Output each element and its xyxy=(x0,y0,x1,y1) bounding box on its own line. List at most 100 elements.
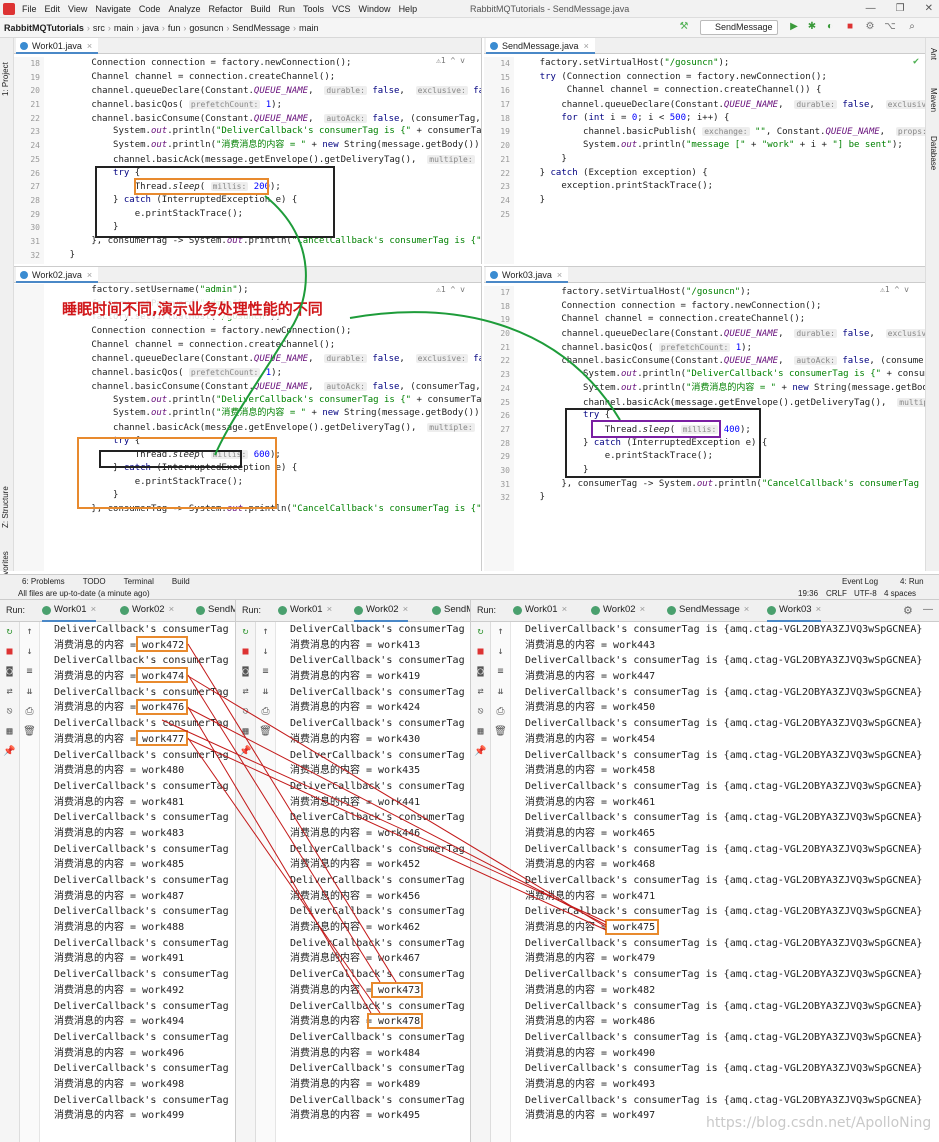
console-output[interactable]: DeliverCallback's consumerTag 消费消息的内容 = w… xyxy=(290,622,465,1142)
camera-icon[interactable]: ◙ xyxy=(0,662,19,682)
breadcrumb-item[interactable]: fun xyxy=(168,23,181,33)
code-line[interactable]: factory.setVirtualHost("/gosuncn"); xyxy=(518,57,925,71)
up-arrow-icon[interactable]: ↑ xyxy=(491,622,510,642)
rerun-icon[interactable]: ↻ xyxy=(471,622,490,642)
code-line[interactable]: System.out.println("DeliverCallback's co… xyxy=(48,125,481,139)
tab-work02[interactable]: Work02.java × xyxy=(16,267,99,283)
run-tab-work02[interactable]: Work02 × xyxy=(120,604,174,615)
exit-icon[interactable]: ⎋ xyxy=(0,702,19,722)
code-area[interactable]: factory.setUsername("admin"); factory.se… xyxy=(48,284,481,571)
run-tab-work01[interactable]: Work01 × xyxy=(42,604,97,622)
trash-icon[interactable]: 🗑 xyxy=(256,722,275,742)
database-tool-label[interactable]: Database xyxy=(929,136,938,170)
code-line[interactable]: for (int i = 0; i < 500; i++) { xyxy=(518,112,925,126)
breadcrumb-item[interactable]: src xyxy=(93,23,105,33)
camera-icon[interactable]: ◙ xyxy=(471,662,490,682)
editor-sendmessage[interactable]: SendMessage.java × ✔ 14 15 16 17 18 19 20 21 22 23… xyxy=(484,38,925,264)
todo-tool-button[interactable]: TODO xyxy=(83,577,106,586)
scroll-end-icon[interactable]: ⇊ xyxy=(491,682,510,702)
breadcrumb-item[interactable]: SendMessage xyxy=(232,23,290,33)
maximize-icon[interactable]: ❐ xyxy=(896,3,905,14)
breadcrumb-item[interactable]: RabbitMQTutorials xyxy=(4,23,84,33)
soft-wrap-icon[interactable]: ≡ xyxy=(20,662,39,682)
exit-icon[interactable]: ⎋ xyxy=(471,702,490,722)
search-icon[interactable]: ⌕ xyxy=(906,21,918,33)
settings-icon[interactable]: ⚙ xyxy=(903,604,913,617)
layout-icon[interactable]: ▦ xyxy=(471,722,490,742)
run-tool-button[interactable]: 4: Run xyxy=(900,577,924,586)
coverage-icon[interactable]: ◐ xyxy=(824,21,836,33)
run-panel-work02[interactable]: Run: Work01× Work02× SendM ↻ ■ ◙ ⇄ ⎋ ▦ 📌… xyxy=(236,600,471,1142)
code-area[interactable]: factory.setVirtualHost("/gosuncn"); try … xyxy=(518,57,925,264)
restore-layout-icon[interactable]: ⇄ xyxy=(236,682,255,702)
close-tab-icon[interactable]: × xyxy=(584,41,589,51)
code-line[interactable]: Connection connection = factory.newConne… xyxy=(48,57,481,71)
run-panel-work01[interactable]: Run: Work01 × Work02 × SendM ↻ ■ ◙ ⇄ ⎋ ▦ 📌… xyxy=(0,600,236,1142)
close-tab-icon[interactable]: × xyxy=(557,270,562,280)
menu-view[interactable]: View xyxy=(64,0,91,18)
down-arrow-icon[interactable]: ↓ xyxy=(491,642,510,662)
trash-icon[interactable]: 🗑 xyxy=(491,722,510,742)
down-arrow-icon[interactable]: ↓ xyxy=(256,642,275,662)
code-line[interactable]: channel.basicQos( prefetchCount: 1); xyxy=(48,98,481,112)
stop-icon[interactable]: ■ xyxy=(471,642,490,662)
run-tab-sendmessage[interactable]: SendM xyxy=(196,604,235,615)
run-tab-work02[interactable]: Work02 × xyxy=(354,604,409,622)
tab-sendmessage[interactable]: SendMessage.java × xyxy=(486,38,595,54)
code-line[interactable]: Channel channel = connection.createChann… xyxy=(518,313,925,327)
cursor-position[interactable]: 19:36 xyxy=(798,588,818,600)
structure-tool-label[interactable]: Z: Structure xyxy=(1,486,10,528)
menu-vcs[interactable]: VCS xyxy=(328,0,355,18)
minimize-icon[interactable]: — xyxy=(866,3,876,14)
problems-tool-button[interactable]: 6: Problems xyxy=(22,577,65,586)
code-line[interactable]: factory.setUsername("admin"); xyxy=(48,284,481,298)
exit-icon[interactable]: ⎋ xyxy=(236,702,255,722)
code-line[interactable]: } xyxy=(518,491,925,505)
run-config-select[interactable]: SendMessage xyxy=(700,20,778,35)
code-line[interactable]: channel.basicConsume(Constant.QUEUE_NAME… xyxy=(518,354,925,368)
code-line[interactable] xyxy=(518,208,925,222)
minimize-panel-icon[interactable]: — xyxy=(923,604,933,615)
print-icon[interactable]: ⎙ xyxy=(256,702,275,722)
breadcrumb-item[interactable]: gosuncn xyxy=(189,23,223,33)
trash-icon[interactable]: 🗑 xyxy=(20,722,39,742)
menu-analyze[interactable]: Analyze xyxy=(164,0,204,18)
close-tab-icon[interactable]: × xyxy=(87,41,92,51)
code-line[interactable]: channel.queueDeclare(Constant.QUEUE_NAME… xyxy=(48,84,481,98)
code-line[interactable]: } catch (Exception exception) { xyxy=(518,167,925,181)
code-line[interactable]: channel.basicPublish( exchange: "", Cons… xyxy=(518,125,925,139)
run-tab-work01[interactable]: Work01 × xyxy=(513,604,567,615)
maven-tool-label[interactable]: Maven xyxy=(929,88,938,112)
code-line[interactable]: exception.printStackTrace(); xyxy=(518,180,925,194)
menu-window[interactable]: Window xyxy=(355,0,395,18)
close-tab-icon[interactable]: × xyxy=(87,270,92,280)
run-panel-work03[interactable]: Run: Work01 × Work02 × SendMessage × Work03… xyxy=(471,600,939,1142)
code-line[interactable]: channel.basicQos( prefetchCount: 1); xyxy=(48,366,481,380)
soft-wrap-icon[interactable]: ≡ xyxy=(256,662,275,682)
print-icon[interactable]: ⎙ xyxy=(491,702,510,722)
code-line[interactable]: Connection connection = factory.newConne… xyxy=(518,300,925,314)
menu-code[interactable]: Code xyxy=(135,0,165,18)
tab-work03[interactable]: Work03.java × xyxy=(486,267,569,283)
file-encoding[interactable]: UTF-8 xyxy=(854,588,877,600)
run-tab-work03[interactable]: Work03 × xyxy=(767,604,822,622)
print-icon[interactable]: ⎙ xyxy=(20,702,39,722)
camera-icon[interactable]: ◙ xyxy=(236,662,255,682)
code-line[interactable]: Channel channel = connection.createChann… xyxy=(48,71,481,85)
menu-file[interactable]: File xyxy=(18,0,41,18)
code-line[interactable]: Channel channel = connection.createChann… xyxy=(518,84,925,98)
menu-build[interactable]: Build xyxy=(246,0,274,18)
layout-icon[interactable]: ▦ xyxy=(236,722,255,742)
code-line[interactable]: channel.queueDeclare(Constant.QUEUE_NAME… xyxy=(518,98,925,112)
code-line[interactable]: System.out.println("消费消息的内容 = " + new St… xyxy=(48,407,481,421)
build-tool-button[interactable]: Build xyxy=(172,577,190,586)
tab-work01[interactable]: Work01.java × xyxy=(16,38,99,54)
rerun-icon[interactable]: ↻ xyxy=(0,622,19,642)
pin-icon[interactable]: 📌 xyxy=(0,742,19,762)
stop-icon[interactable]: ■ xyxy=(236,642,255,662)
code-line[interactable]: System.out.println("message [" + "work" … xyxy=(518,139,925,153)
pin-icon[interactable]: 📌 xyxy=(236,742,255,762)
code-line[interactable]: } xyxy=(48,249,481,263)
menu-tools[interactable]: Tools xyxy=(299,0,328,18)
code-line[interactable]: System.out.println("消费消息的内容 = " + new St… xyxy=(48,139,481,153)
